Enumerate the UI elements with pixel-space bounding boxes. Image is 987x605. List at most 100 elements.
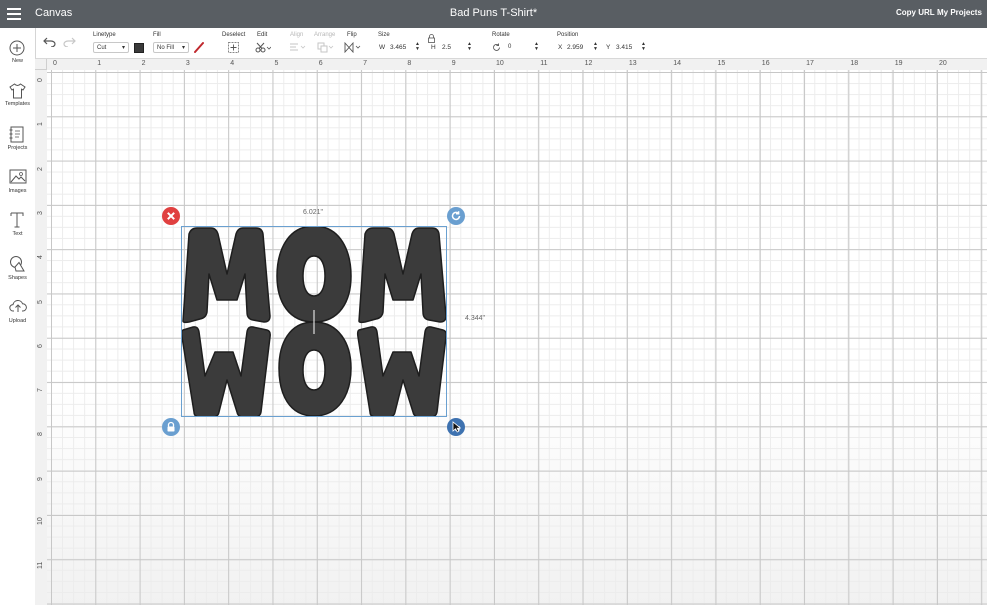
tshirt-icon — [9, 83, 26, 99]
ruler-tick-label: 6 — [318, 60, 323, 67]
width-label: W — [379, 44, 386, 51]
width-stepper-icon[interactable]: ▲ ▼ — [415, 42, 420, 52]
ruler-tick-label: 8 — [407, 60, 412, 67]
fill-select[interactable]: No Fill ▾ — [153, 42, 189, 53]
ruler-tick-label: 12 — [584, 60, 593, 67]
x-label: X — [558, 44, 563, 51]
ruler-tick-label: 17 — [806, 60, 814, 67]
menu-icon[interactable] — [7, 8, 21, 20]
rotate-value: 0 — [508, 44, 512, 50]
selection-height-label: 4.344" — [465, 315, 486, 322]
ruler-tick-label: 10 — [496, 60, 504, 67]
plus-circle-icon — [9, 40, 25, 56]
sidebar-item-label: Text — [12, 231, 23, 237]
position-label: Position — [557, 32, 579, 38]
ruler-tick-label: 14 — [673, 60, 681, 67]
document-title[interactable]: Bad Puns T-Shirt* — [450, 7, 537, 19]
redo-icon[interactable] — [63, 37, 76, 47]
ruler-tick-label: 5 — [37, 299, 44, 304]
sidebar-item-label: Projects — [7, 145, 28, 151]
sidebar-item-label: Upload — [8, 318, 27, 324]
arrange-icon — [317, 42, 334, 53]
ruler-tick-label: 0 — [37, 78, 44, 82]
y-input[interactable]: 3.415 — [616, 44, 632, 51]
sidebar-item-label: Templates — [4, 101, 31, 107]
ruler-tick-label: 18 — [850, 60, 859, 67]
flip-label: Flip — [347, 32, 357, 38]
rotate-stepper-icon[interactable]: ▲ ▼ — [534, 42, 539, 52]
ruler-tick-label: 1 — [97, 60, 102, 67]
app-title: Canvas — [35, 7, 73, 19]
ruler-tick-label: 4 — [230, 60, 235, 67]
ruler-tick-label: 20 — [939, 60, 947, 67]
ruler-tick-label: 11 — [540, 60, 548, 67]
align-label: Align — [290, 32, 304, 38]
width-input[interactable]: 3.465 — [390, 44, 406, 51]
height-stepper-icon[interactable]: ▲ ▼ — [467, 42, 472, 52]
chevron-down-icon: ▾ — [121, 45, 125, 51]
sidebar-item-projects[interactable]: Projects — [0, 126, 35, 166]
image-icon — [9, 169, 27, 184]
text-icon — [10, 212, 24, 228]
shapes-icon — [10, 256, 25, 272]
projects-icon — [9, 126, 24, 143]
ruler-tick-label: 3 — [185, 60, 190, 67]
sidebar-item-text[interactable]: Text — [0, 212, 35, 252]
linetype-select[interactable]: Cut ▾ — [93, 42, 129, 53]
sidebar-item-templates[interactable]: Templates — [0, 83, 35, 123]
chevron-down-icon: ▾ — [181, 45, 185, 51]
ruler-tick-label: 10 — [37, 517, 44, 525]
copy-url-link[interactable]: Copy URL — [896, 8, 935, 17]
ruler-tick-label: 7 — [363, 60, 367, 67]
x-stepper-icon[interactable]: ▲ ▼ — [593, 42, 598, 52]
sidebar-item-upload[interactable]: Upload — [0, 298, 35, 338]
ruler-corner — [35, 59, 47, 70]
undo-icon[interactable] — [43, 37, 56, 47]
ruler-tick-label: 3 — [37, 210, 44, 215]
deselect-icon[interactable] — [228, 42, 239, 53]
rotate-label: Rotate — [492, 32, 510, 38]
y-stepper-icon[interactable]: ▲ ▼ — [641, 42, 646, 52]
size-label: Size — [378, 32, 390, 38]
sidebar-item-label: Shapes — [8, 275, 27, 281]
selection-box — [181, 226, 447, 417]
ruler-tick-label: 8 — [37, 432, 44, 437]
sidebar-item-new[interactable]: New — [0, 40, 35, 80]
ruler-tick-label: 16 — [761, 60, 770, 67]
ruler-tick-label: 2 — [37, 166, 44, 171]
lock-icon — [162, 418, 180, 436]
sidebar-item-shapes[interactable]: Shapes — [0, 255, 35, 295]
ruler-tick-label: 0 — [53, 60, 57, 67]
close-icon — [162, 207, 180, 225]
ruler-tick-label: 4 — [37, 255, 44, 260]
ruler-tick-label: 19 — [894, 60, 903, 67]
height-input[interactable]: 2.5 — [442, 44, 451, 51]
linetype-color-swatch[interactable] — [134, 43, 144, 53]
my-projects-link[interactable]: My Projects — [937, 8, 982, 17]
lock-icon[interactable] — [428, 34, 435, 43]
x-input[interactable]: 2.959 — [567, 44, 583, 51]
lock-proportions-handle[interactable] — [162, 418, 180, 436]
scissors-icon[interactable] — [255, 42, 271, 53]
left-sidebar: New Templates Projects Images Text Shape… — [0, 28, 36, 605]
ruler-tick-label: 9 — [37, 476, 44, 481]
ruler-tick-label: 1 — [37, 122, 44, 127]
pen-color-icon[interactable] — [193, 41, 205, 53]
deselect-label: Deselect — [222, 32, 246, 38]
ruler-tick-label: 11 — [37, 562, 44, 570]
ruler-tick-label: 5 — [274, 60, 279, 67]
sidebar-item-label: Images — [8, 188, 27, 194]
selection-width-label: 6.021" — [303, 209, 324, 216]
flip-icon[interactable] — [344, 42, 362, 53]
linetype-label: Linetype — [93, 32, 116, 38]
sidebar-item-images[interactable]: Images — [0, 169, 35, 209]
top-header: Canvas Bad Puns T-Shirt* Copy URL My Pro… — [0, 0, 987, 28]
ruler-tick-label: 15 — [717, 60, 726, 67]
linetype-value: Cut — [97, 45, 107, 51]
delete-handle[interactable] — [162, 207, 180, 225]
rotate-handle[interactable] — [447, 207, 465, 225]
rotate-icon — [493, 43, 500, 51]
align-icon — [290, 43, 306, 51]
edit-toolbar: Linetype Cut ▾ Fill No Fill ▾ Deselect Edi… — [35, 28, 987, 59]
rotate-icon — [447, 207, 465, 225]
